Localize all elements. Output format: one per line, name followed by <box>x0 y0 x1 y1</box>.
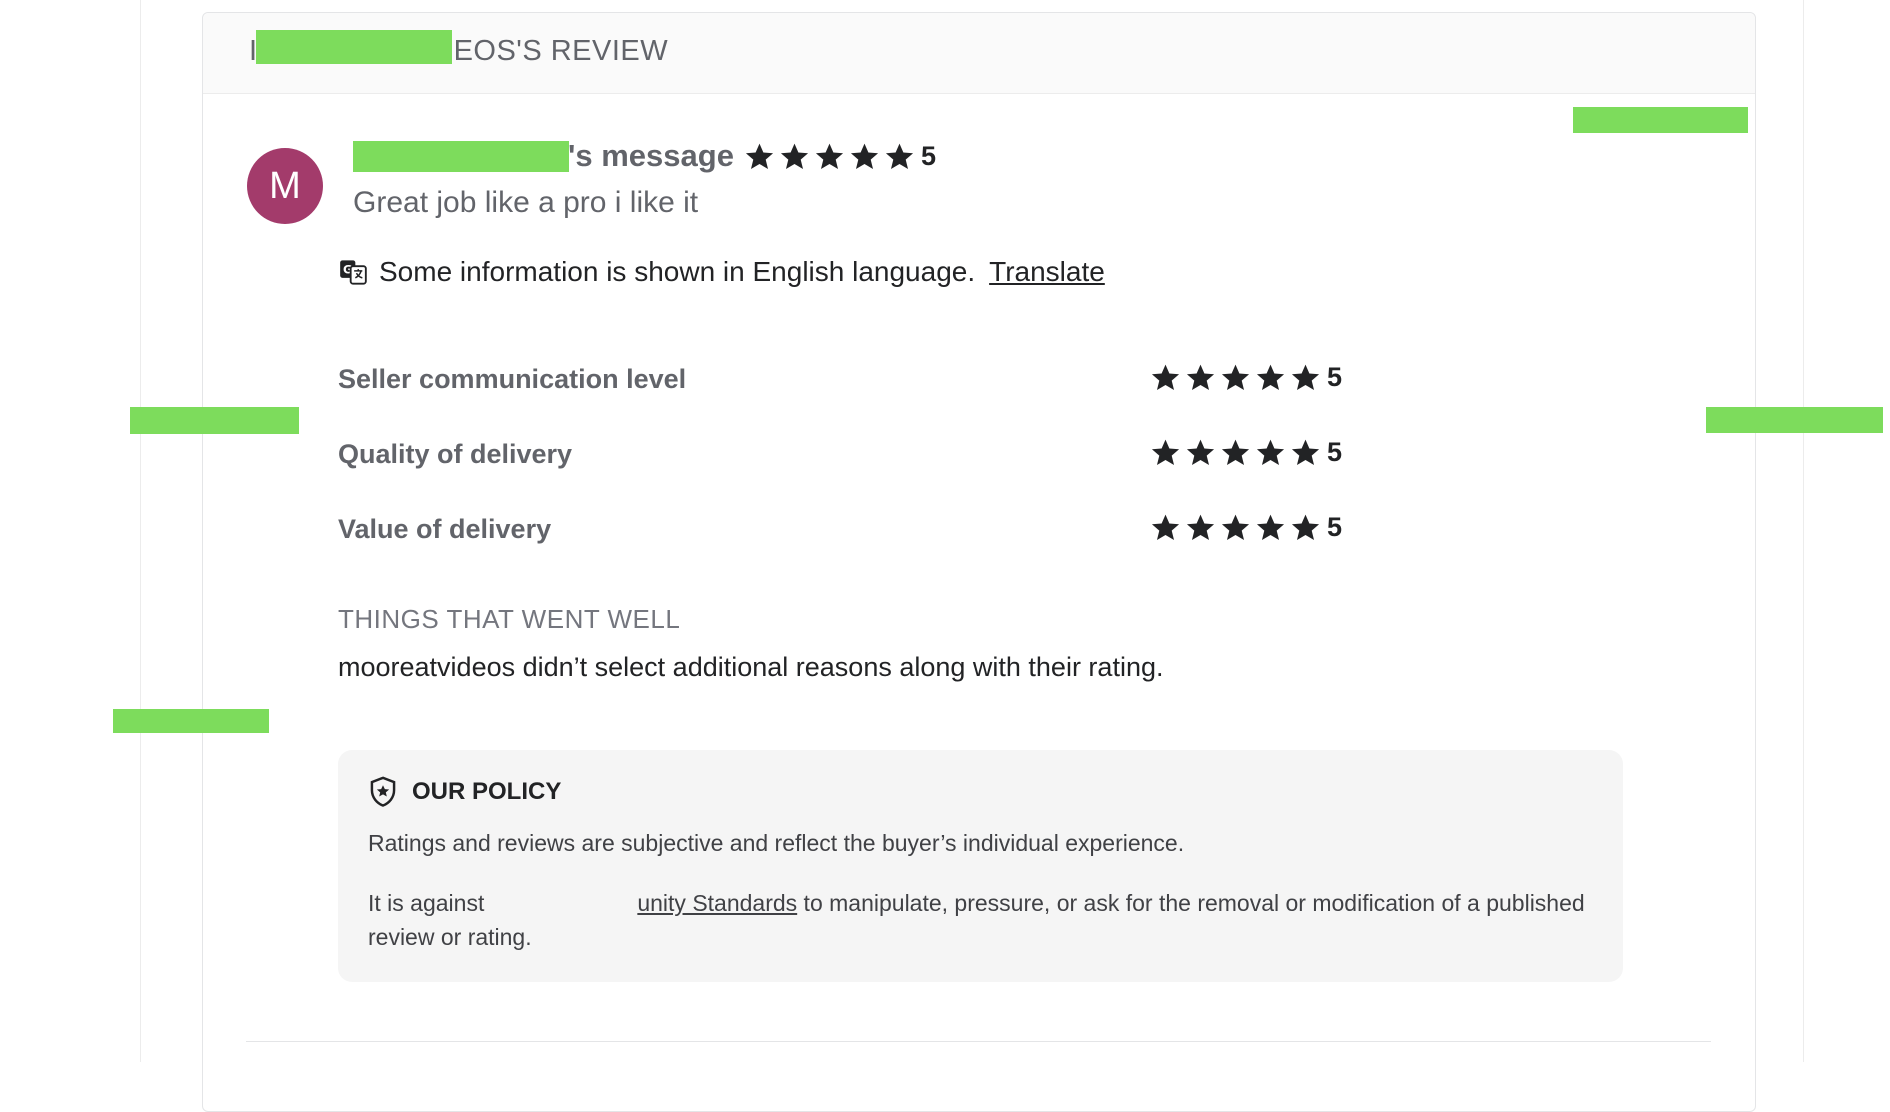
redaction-title <box>256 30 452 64</box>
review-divider <box>246 1041 1711 1042</box>
page-right-border <box>1803 0 1804 1062</box>
redaction-left-1 <box>130 407 299 434</box>
star-icon <box>1151 439 1180 466</box>
star-icon <box>1256 514 1285 541</box>
policy-title: OUR POLICY <box>412 778 562 805</box>
star-icon <box>1291 514 1320 541</box>
shield-star-icon <box>370 776 396 807</box>
criteria-rating-value: 5 <box>1327 512 1343 542</box>
policy-text-2: It is against unity Standards to manipula… <box>368 886 1588 954</box>
criteria-rating-value: 5 <box>1327 437 1343 467</box>
translate-link[interactable]: Translate <box>989 256 1105 288</box>
star-icon <box>745 143 773 169</box>
overall-stars <box>744 141 915 172</box>
avatar[interactable]: M <box>247 148 323 224</box>
translate-notice-text: Some information is shown in English lan… <box>379 256 976 287</box>
criteria-label-quality: Quality of delivery <box>338 439 573 469</box>
star-icon <box>1186 364 1215 391</box>
redaction-left-2 <box>113 709 269 733</box>
criteria-stars-communication: 5 <box>1150 362 1342 393</box>
star-icon <box>1186 514 1215 541</box>
star-icon <box>780 143 808 169</box>
policy-text-2-prefix: It is against <box>368 890 485 916</box>
policy-text-2-suffix: to manipulate, pressure, or ask for the … <box>368 890 1585 950</box>
overall-rating-value: 5 <box>920 140 936 171</box>
star-icon <box>1291 364 1320 391</box>
community-standards-link[interactable]: unity Standards <box>637 890 797 916</box>
reviewer-message-header: 's message 5 <box>568 138 936 174</box>
policy-text-1: Ratings and reviews are subjective and r… <box>368 830 1185 856</box>
criteria-rating-value: 5 <box>1327 362 1343 392</box>
redaction-reviewer-name <box>353 141 569 172</box>
star-icon <box>1151 514 1180 541</box>
star-icon <box>885 143 913 169</box>
review-text: Great job like a pro i like it <box>353 186 699 219</box>
star-icon <box>850 143 878 169</box>
star-icon <box>1151 364 1180 391</box>
policy-header: OUR POLICY <box>368 776 561 808</box>
policy-box: OUR POLICY Ratings and reviews are subje… <box>338 750 1623 982</box>
criteria-label-communication: Seller communication level <box>338 364 687 394</box>
criteria-label-value: Value of delivery <box>338 514 552 544</box>
star-icon <box>1186 439 1215 466</box>
criteria-stars-quality: 5 <box>1150 437 1342 468</box>
went-well-title: THINGS THAT WENT WELL <box>338 604 681 634</box>
translate-icon: G <box>340 260 367 285</box>
criteria-stars-value: 5 <box>1150 512 1342 543</box>
star-icon <box>1256 439 1285 466</box>
redaction-right-1 <box>1706 407 1883 433</box>
redaction-date <box>1573 107 1748 133</box>
star-icon <box>815 143 843 169</box>
star-icon <box>1221 439 1250 466</box>
translate-notice: G Some information is shown in English l… <box>339 256 1105 288</box>
message-suffix: 's message <box>568 138 734 173</box>
star-icon <box>1221 514 1250 541</box>
page-left-border <box>140 0 141 1062</box>
star-icon <box>1221 364 1250 391</box>
went-well-text: mooreatvideos didn’t select additional r… <box>338 652 1164 682</box>
star-icon <box>1256 364 1285 391</box>
star-icon <box>1291 439 1320 466</box>
